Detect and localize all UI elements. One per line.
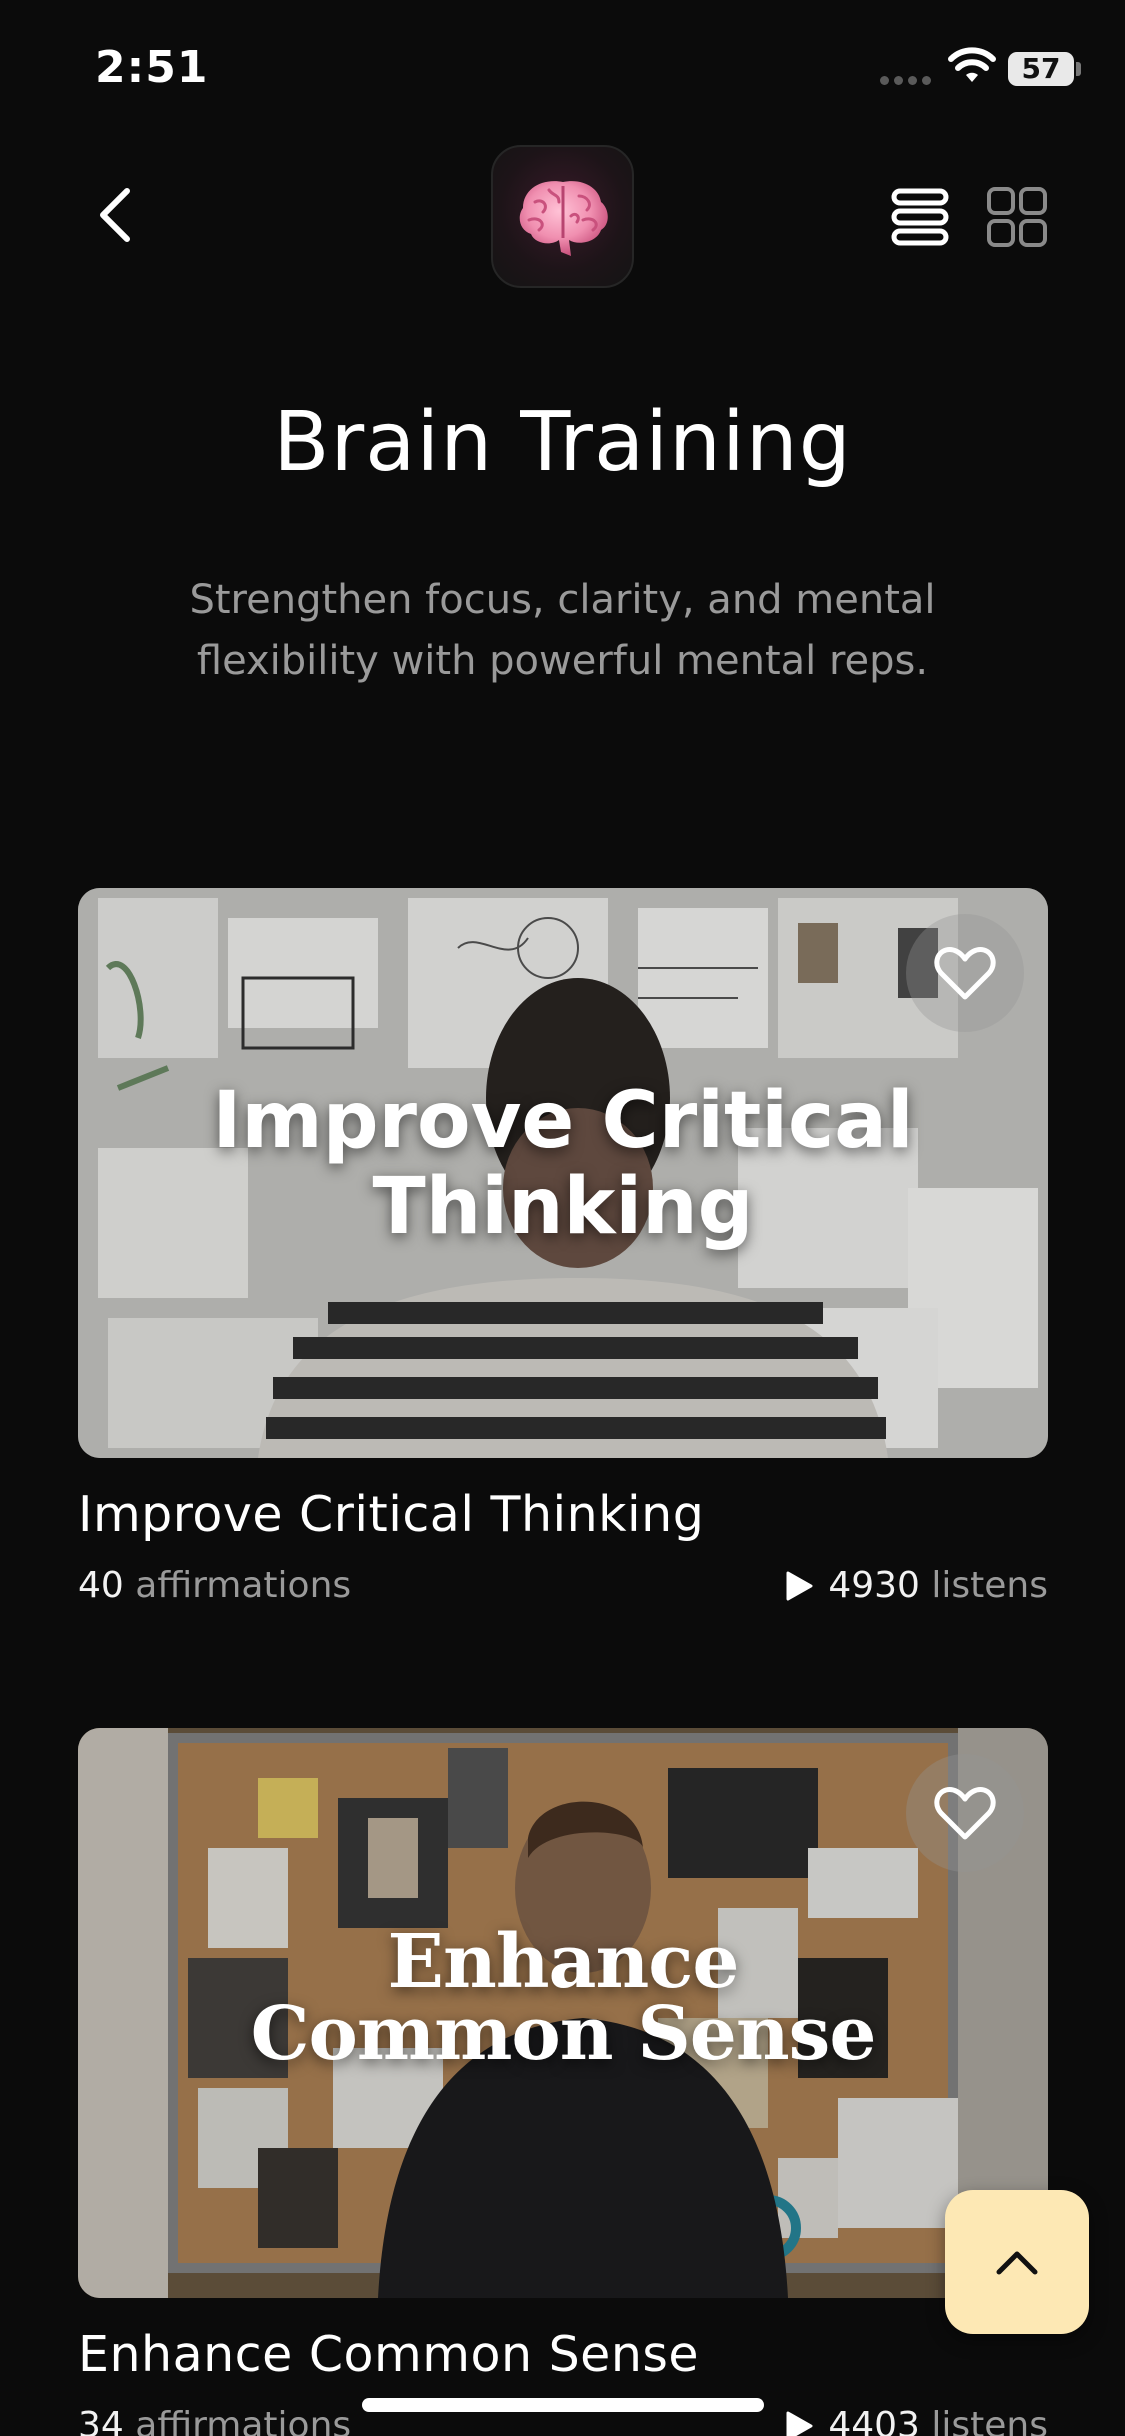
heart-icon: [934, 1787, 996, 1840]
listens-count: 4403 listens: [784, 2405, 1048, 2436]
playlist-card[interactable]: Enhance Common Sense Enhance Common Sens…: [78, 1728, 1048, 2436]
playlist-card[interactable]: Improve Critical Thinking Improve Critic…: [78, 888, 1048, 1606]
screen: 2:51 57 Brain Training Strengthen focus,…: [0, 0, 1125, 2436]
chevron-left-icon: [100, 188, 130, 242]
affirmations-count: 40 affirmations: [78, 1565, 351, 1606]
listens-number: 4930: [828, 1565, 920, 1606]
category-badge: [491, 145, 634, 288]
affirmations-label: affirmations: [135, 1565, 352, 1606]
list-view-button[interactable]: [890, 185, 950, 249]
cellular-signal-icon: [880, 76, 932, 86]
play-icon: [786, 1571, 813, 1600]
battery-cap: [1076, 62, 1081, 76]
thumbnail-caption-line-2: Thinking: [372, 1162, 754, 1252]
card-thumbnail[interactable]: Enhance Common Sense: [78, 1728, 1048, 2298]
thumbnail-caption: Enhance Common Sense: [78, 1919, 1048, 2077]
heart-icon: [934, 947, 996, 1000]
listens-label: listens: [931, 2405, 1048, 2436]
thumbnail-caption: Improve Critical Thinking: [78, 1078, 1048, 1250]
favorite-button[interactable]: [906, 914, 1024, 1032]
battery-indicator: 57: [1008, 52, 1074, 86]
page-subtitle: Strengthen focus, clarity, and mental fl…: [189, 577, 936, 684]
scroll-to-top-button[interactable]: [945, 2190, 1089, 2334]
thumbnail-caption-line-1: Improve Critical: [212, 1076, 914, 1166]
brain-icon: [519, 180, 608, 256]
grid-view-button[interactable]: [985, 185, 1049, 249]
grid-view-icon: [987, 187, 1047, 247]
home-indicator[interactable]: [362, 2398, 764, 2412]
card-title[interactable]: Enhance Common Sense: [78, 2326, 1048, 2383]
play-icon: [786, 2411, 813, 2436]
thumbnail-caption-line-1: Enhance: [387, 1919, 740, 2005]
affirmations-number: 40: [78, 1565, 124, 1606]
page-title: Brain Training: [273, 395, 852, 490]
status-bar: 2:51 57: [0, 0, 1125, 140]
card-title[interactable]: Improve Critical Thinking: [78, 1486, 1048, 1543]
affirmations-number: 34: [78, 2405, 124, 2436]
card-thumbnail[interactable]: Improve Critical Thinking: [78, 888, 1048, 1458]
wifi-icon: [948, 47, 996, 82]
status-time: 2:51: [95, 42, 209, 93]
listens-label: listens: [931, 1565, 1048, 1606]
thumbnail-caption-line-2: Common Sense: [250, 1991, 877, 2077]
listens-number: 4403: [828, 2405, 920, 2436]
card-meta: 40 affirmations 4930 listens: [78, 1565, 1048, 1606]
affirmations-count: 34 affirmations: [78, 2405, 351, 2436]
listens-count: 4930 listens: [784, 1565, 1048, 1606]
back-button[interactable]: [80, 175, 150, 255]
favorite-button[interactable]: [906, 1754, 1024, 1872]
affirmations-label: affirmations: [135, 2405, 352, 2436]
list-view-icon: [891, 188, 949, 246]
chevron-up-icon: [996, 2251, 1038, 2275]
